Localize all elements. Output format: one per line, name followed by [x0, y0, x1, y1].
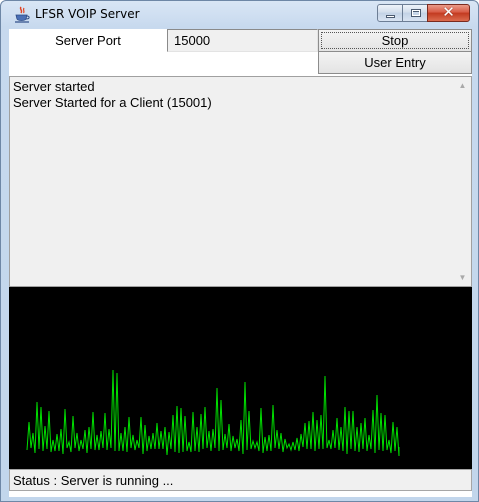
scroll-down-icon[interactable]: ▼: [454, 269, 471, 286]
vertical-scrollbar[interactable]: ▲ ▼: [454, 77, 471, 286]
close-button[interactable]: ✕: [427, 3, 470, 22]
scroll-up-icon[interactable]: ▲: [454, 77, 471, 94]
maximize-button[interactable]: [402, 4, 428, 22]
minimize-icon: [386, 15, 395, 18]
status-bar: Status : Server is running ...: [9, 469, 472, 491]
user-entry-button[interactable]: User Entry: [318, 51, 472, 74]
focus-ring: [321, 32, 469, 49]
log-text: Server started Server Started for a Clie…: [13, 79, 212, 111]
client-area: Server Port 15000 Stop User Entry Server…: [9, 29, 472, 497]
java-cup-icon: [15, 6, 30, 23]
log-line: Server started: [13, 79, 95, 94]
audio-waveform-display: [9, 287, 472, 469]
stop-button[interactable]: Stop: [318, 29, 472, 52]
window-title: LFSR VOIP Server: [35, 7, 140, 21]
title-bar[interactable]: LFSR VOIP Server ✕: [1, 1, 478, 27]
close-icon: ✕: [442, 3, 455, 21]
maximize-icon: [411, 9, 421, 17]
server-port-label: Server Port: [55, 33, 121, 48]
minimize-button[interactable]: [377, 4, 403, 22]
server-log-textarea[interactable]: Server started Server Started for a Clie…: [9, 76, 472, 287]
caption-buttons: ✕: [377, 3, 470, 22]
user-entry-button-label: User Entry: [364, 55, 426, 70]
waveform-trace: [26, 369, 400, 457]
app-window: LFSR VOIP Server ✕ Server Port 15000 Sto…: [0, 0, 479, 502]
server-port-input[interactable]: 15000: [167, 29, 318, 52]
log-line: Server Started for a Client (15001): [13, 95, 212, 110]
